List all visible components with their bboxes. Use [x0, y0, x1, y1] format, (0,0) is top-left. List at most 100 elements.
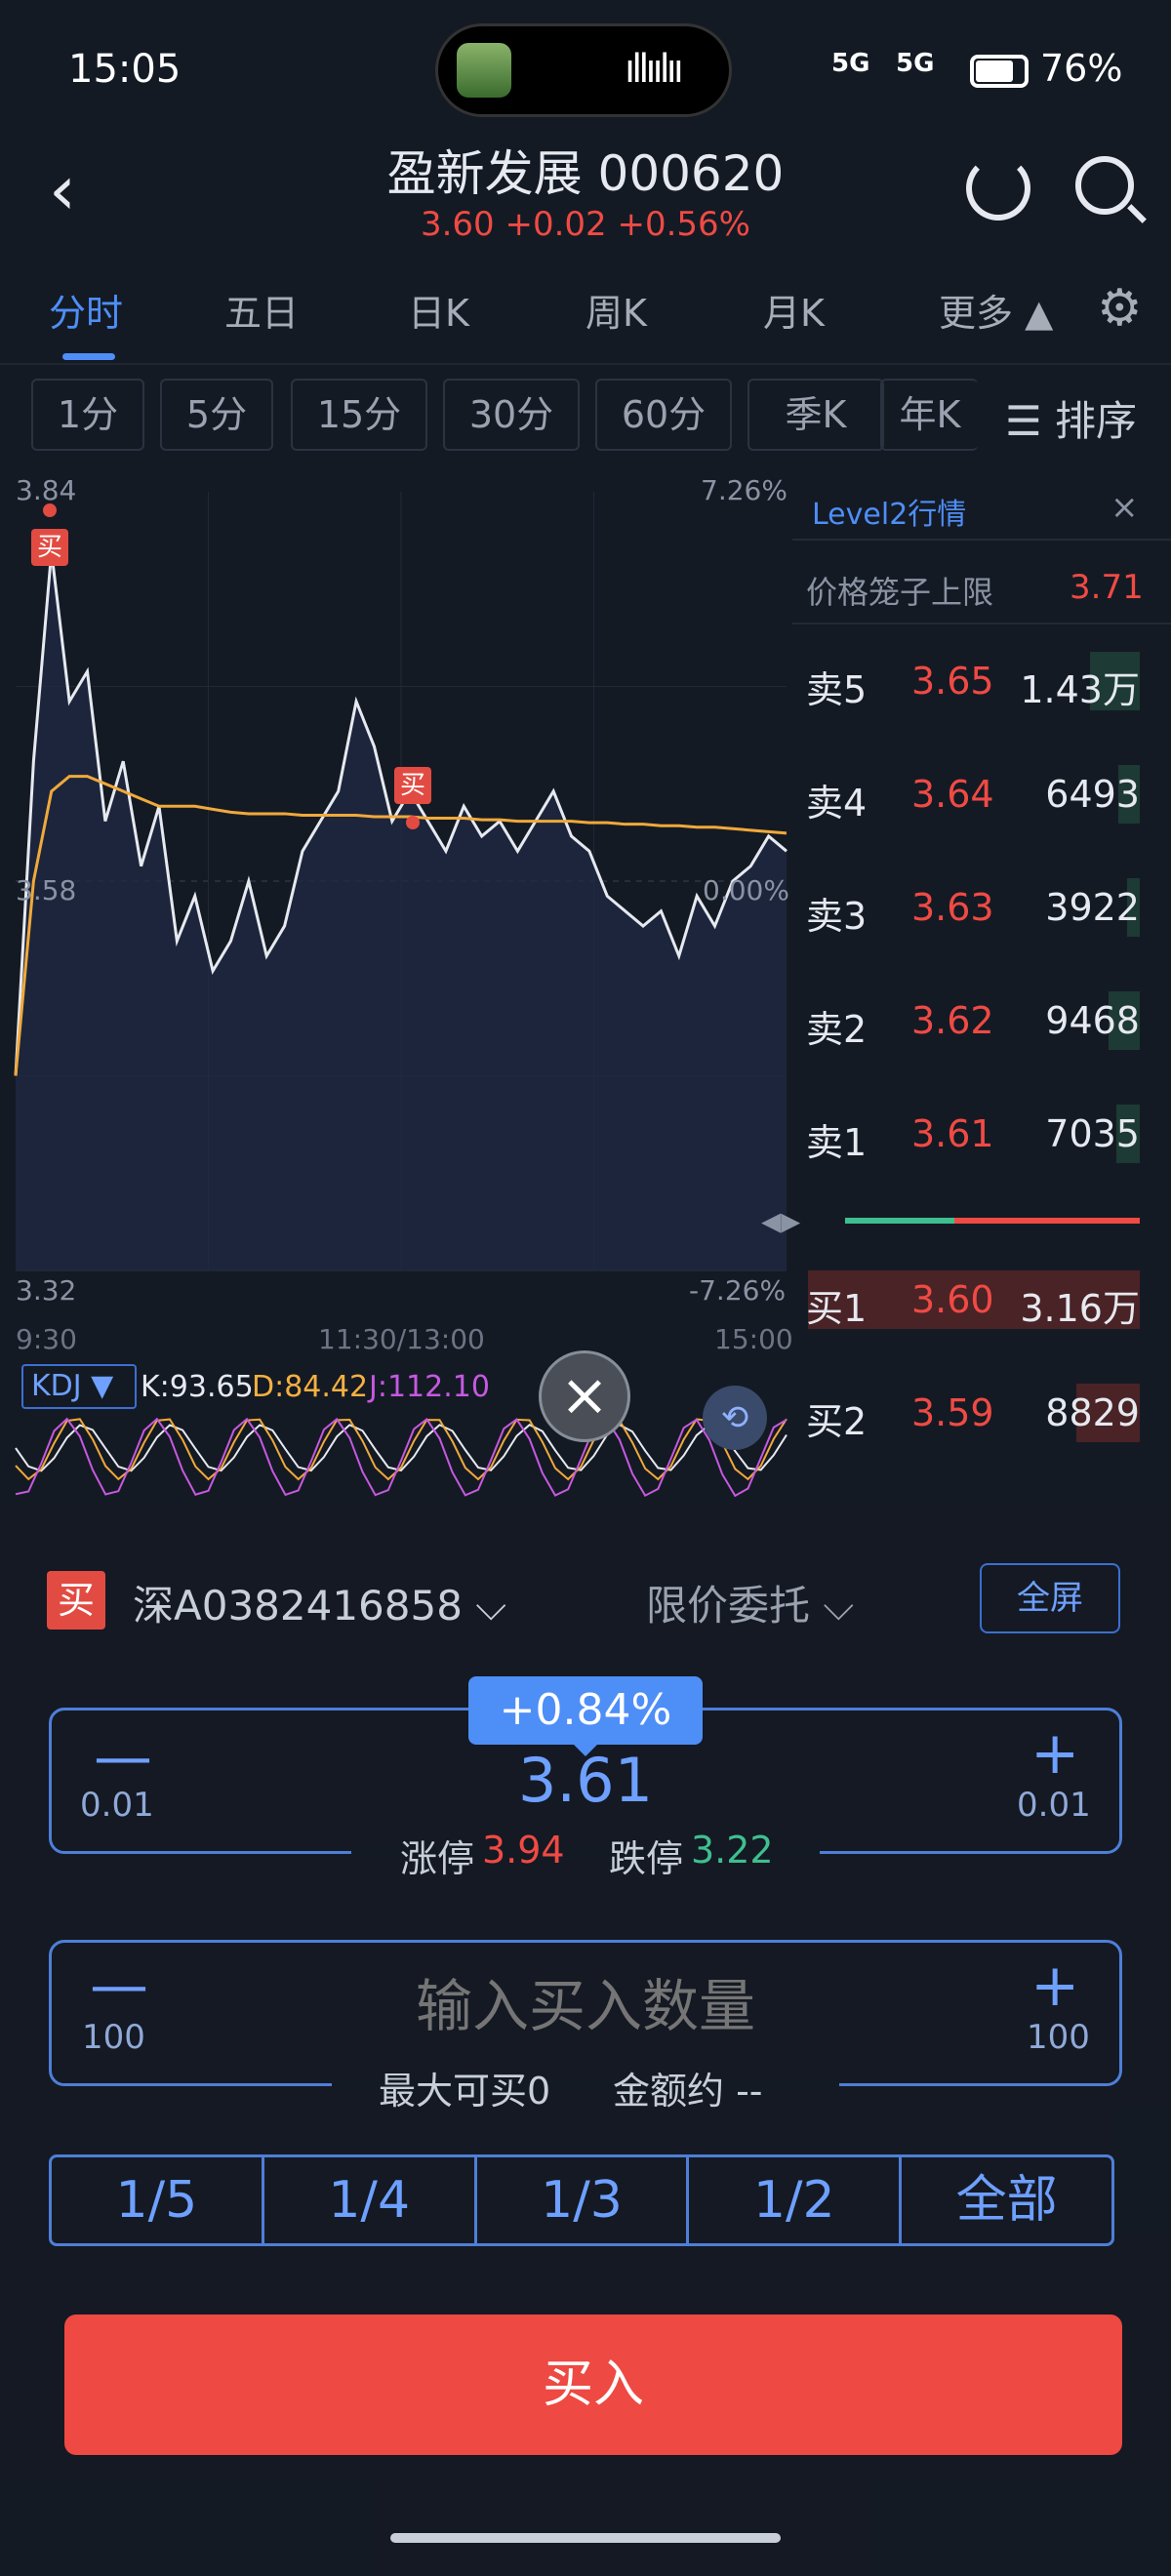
kdj-j-value: J:112.10 [369, 1370, 490, 1404]
signal-5g-icon-2: 5G [896, 49, 935, 78]
quantity-decrease-step: 100 [82, 2018, 145, 2057]
interval-15min[interactable]: 15分 [291, 379, 427, 451]
bid-ask-ratio-green [845, 1218, 954, 1224]
divider [0, 363, 1171, 365]
kdj-line [15, 1417, 787, 1498]
refresh-icon[interactable] [966, 156, 1030, 221]
sort-button[interactable]: ☰ 排序 [1005, 388, 1137, 448]
buy-side-badge: 买 [47, 1571, 105, 1630]
chart-mid-price: 3.58 [16, 874, 77, 906]
interval-60min[interactable]: 60分 [595, 379, 732, 451]
stock-quote: 3.60 +0.02 +0.56% [420, 205, 750, 244]
ask-level-label: 卖4 [806, 782, 868, 825]
quantity-increase-button[interactable]: + [1030, 1952, 1079, 2020]
fraction-1-2-button[interactable]: 1/2 [689, 2157, 903, 2243]
ask-level-label: 卖1 [806, 1121, 868, 1164]
battery-percentage: 76% [1040, 47, 1123, 90]
tab-weekly-k[interactable]: 周K [586, 283, 647, 337]
price-increase-button[interactable]: + [1030, 1719, 1079, 1788]
fraction-1-4-button[interactable]: 1/4 [264, 2157, 477, 2243]
buy-point-dot [43, 503, 57, 517]
stock-title: 盈新发展 000620 [386, 145, 785, 202]
interval-1min[interactable]: 1分 [31, 379, 144, 451]
audio-wave-icon: ıllıılıı [625, 47, 684, 92]
kdj-d-value: D:84.42 [252, 1370, 369, 1404]
ask-volume: 6493 [1045, 773, 1140, 816]
price-input[interactable]: 3.61 [390, 1745, 781, 1816]
ask-level-label: 卖3 [806, 895, 868, 938]
fullscreen-button[interactable]: 全屏 [980, 1563, 1120, 1633]
settings-gear-icon[interactable]: ⚙ [1097, 279, 1143, 338]
buy-marker[interactable]: 买 [31, 529, 68, 566]
time-label-end: 15:00 [714, 1323, 793, 1355]
fraction-1-5-button[interactable]: 1/5 [52, 2157, 264, 2243]
active-tab-indicator [62, 353, 115, 360]
estimated-amount: 金额约 -- [613, 2070, 763, 2113]
ask-volume: 3922 [1045, 886, 1140, 929]
ask-level-label: 卖2 [806, 1008, 868, 1051]
expand-arrows-icon[interactable]: ◂▸ [761, 1198, 800, 1243]
price-increase-step: 0.01 [1017, 1786, 1091, 1825]
fraction-all-button[interactable]: 全部 [902, 2157, 1111, 2243]
bid-volume: 3.16万 [1020, 1287, 1140, 1330]
ask-level-label: 卖5 [806, 668, 868, 711]
tab-daily-k[interactable]: 日K [408, 283, 469, 337]
home-indicator[interactable] [390, 2533, 781, 2543]
quantity-input[interactable] [293, 1973, 878, 2039]
signal-5g-icon: 5G [831, 49, 870, 78]
interval-30min[interactable]: 30分 [443, 379, 580, 451]
battery-level [976, 60, 1013, 82]
price-cage-label: 价格笼子上限 [806, 574, 994, 611]
tab-monthly-k[interactable]: 月K [763, 283, 825, 337]
max-buyable: 最大可买0 [379, 2070, 551, 2113]
media-thumbnail [457, 43, 511, 98]
search-icon[interactable] [1075, 156, 1134, 215]
close-icon[interactable]: × [539, 1350, 630, 1442]
ask-price: 3.62 [911, 999, 994, 1042]
divider [792, 539, 1171, 541]
indicator-select[interactable]: KDJ ▼ [21, 1364, 137, 1409]
menu-icon: ☰ [1005, 397, 1056, 445]
ask-volume: 1.43万 [1020, 668, 1140, 711]
buy-marker-2[interactable]: 买 [394, 767, 431, 804]
price-decrease-step: 0.01 [80, 1786, 154, 1825]
order-type-select[interactable]: 限价委托 ⌵ [646, 1573, 854, 1632]
interval-5min[interactable]: 5分 [160, 379, 273, 451]
level2-close-icon[interactable]: × [1110, 488, 1139, 527]
level2-title[interactable]: Level2行情 [812, 490, 966, 533]
back-button[interactable]: ‹ [49, 156, 107, 224]
fraction-1-3-button[interactable]: 1/3 [477, 2157, 690, 2243]
limit-down-label: 跌停 [609, 1837, 684, 1880]
interval-quarter-k[interactable]: 季K [747, 379, 884, 451]
bid-level-label: 买1 [806, 1287, 868, 1330]
interval-year-k[interactable]: 年K [880, 379, 978, 451]
buy-submit-button[interactable]: 买入 [64, 2314, 1122, 2455]
bid-level-label: 买2 [806, 1400, 868, 1443]
quantity-decrease-button[interactable]: — [90, 1952, 148, 2020]
price-change-pill: +0.84% [468, 1676, 703, 1745]
status-time: 15:05 [68, 47, 182, 92]
ask-volume: 9468 [1045, 999, 1140, 1042]
quantity-increase-step: 100 [1027, 2018, 1090, 2057]
tab-more[interactable]: 更多 ▲ [939, 283, 1053, 337]
tab-five-day[interactable]: 五日 [224, 283, 299, 337]
position-fraction-group: 1/5 1/4 1/3 1/2 全部 [49, 2154, 1114, 2246]
chart-bottom-price: 3.32 [16, 1274, 77, 1307]
tab-intraday[interactable]: 分时 [49, 283, 123, 337]
divider [792, 623, 1171, 624]
price-decrease-button[interactable]: — [94, 1723, 152, 1791]
buy-point-dot-2 [406, 816, 420, 829]
ask-price: 3.63 [911, 886, 994, 929]
kdj-indicator-lines [15, 1417, 787, 1498]
kdj-k-value: K:93.65 [141, 1370, 254, 1404]
chart-bottom-pct: -7.26% [689, 1274, 787, 1307]
sort-label: 排序 [1055, 397, 1138, 445]
time-label-mid: 11:30/13:00 [318, 1323, 485, 1355]
account-select[interactable]: 深A0382416858 ⌵ [133, 1573, 506, 1632]
bid-volume: 8829 [1045, 1391, 1140, 1434]
ask-price: 3.61 [911, 1112, 994, 1155]
rotate-screen-icon[interactable]: ⟲ [703, 1386, 767, 1450]
ask-volume: 7035 [1045, 1112, 1140, 1155]
price-cage-value: 3.71 [1070, 568, 1144, 607]
limit-up-value: 3.94 [482, 1829, 565, 1872]
